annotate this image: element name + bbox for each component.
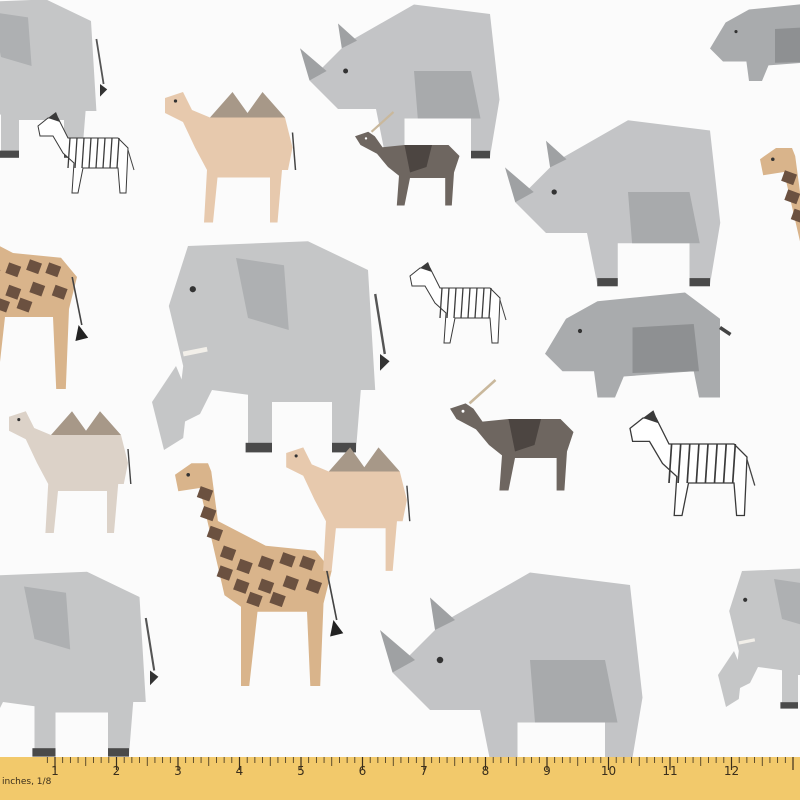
ruler-unit-label: inches, 1/8 bbox=[2, 777, 52, 787]
ruler-number: 10 bbox=[601, 764, 616, 778]
ruler-number: 8 bbox=[482, 764, 490, 778]
ruler-number: 12 bbox=[724, 764, 739, 778]
ruler-number: 3 bbox=[174, 764, 182, 778]
ruler-number: 5 bbox=[297, 764, 305, 778]
ruler-number: 2 bbox=[113, 764, 121, 778]
ruler-number: 11 bbox=[662, 764, 677, 778]
measuring-ruler: inches, 1/8 1 2 3 4 5 6 7 8 9 10 11 12 bbox=[0, 757, 800, 800]
ruler-number: 9 bbox=[543, 764, 551, 778]
ruler-number: 6 bbox=[359, 764, 367, 778]
ruler-number: 7 bbox=[420, 764, 428, 778]
ruler-number: 1 bbox=[51, 764, 59, 778]
fabric-swatch: inches, 1/8 1 2 3 4 5 6 7 8 9 10 11 12 bbox=[0, 0, 800, 800]
fabric-pattern-canvas: inches, 1/8 1 2 3 4 5 6 7 8 9 10 11 12 bbox=[0, 0, 800, 800]
ruler-number: 4 bbox=[236, 764, 244, 778]
